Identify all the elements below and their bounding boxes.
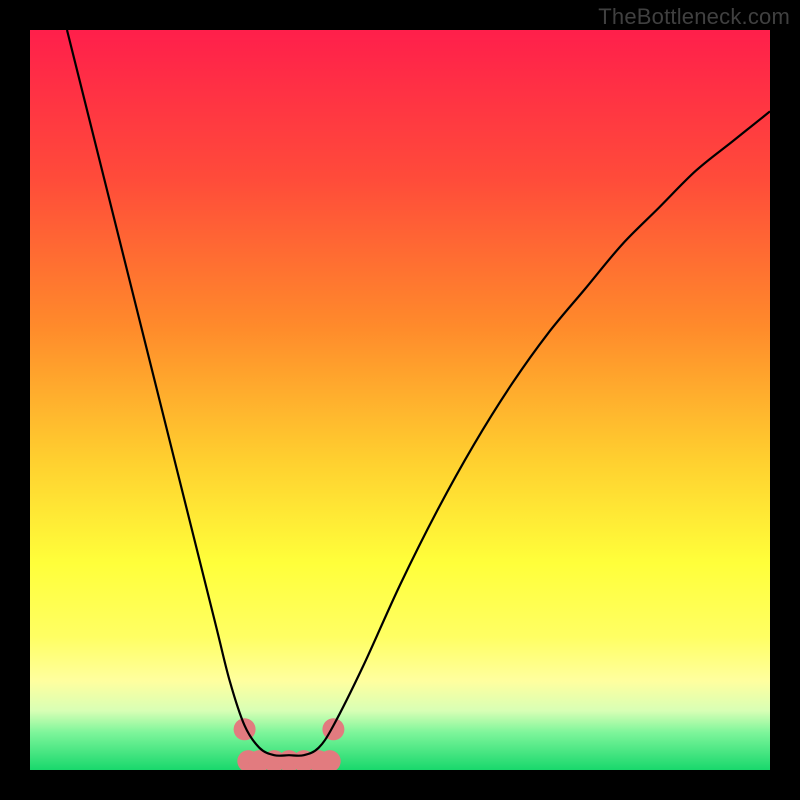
- watermark-text: TheBottleneck.com: [598, 4, 790, 30]
- marker-dot: [234, 718, 256, 740]
- bottleneck-curve: [67, 30, 770, 756]
- chart-frame: TheBottleneck.com: [0, 0, 800, 800]
- plot-area: [30, 30, 770, 770]
- marker-group: [234, 718, 345, 770]
- curve-layer: [30, 30, 770, 770]
